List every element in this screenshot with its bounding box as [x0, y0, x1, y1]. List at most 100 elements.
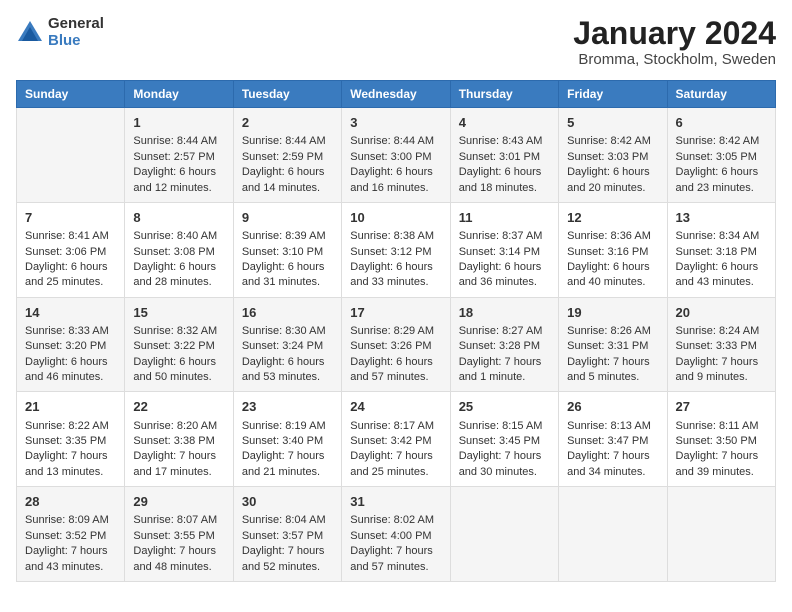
day-info: Sunrise: 8:04 AM Sunset: 3:57 PM Dayligh…	[242, 513, 333, 575]
day-number: 28	[25, 493, 116, 511]
day-info: Sunrise: 8:42 AM Sunset: 3:03 PM Dayligh…	[567, 134, 658, 196]
day-info: Sunrise: 8:29 AM Sunset: 3:26 PM Dayligh…	[350, 324, 441, 386]
day-number: 20	[676, 304, 767, 322]
day-info: Sunrise: 8:26 AM Sunset: 3:31 PM Dayligh…	[567, 324, 658, 386]
day-number: 4	[459, 114, 550, 132]
day-number: 1	[133, 114, 224, 132]
calendar-cell: 10 Sunrise: 8:38 AM Sunset: 3:12 PM Dayli…	[342, 202, 450, 297]
day-number: 27	[676, 398, 767, 416]
day-number: 11	[459, 209, 550, 227]
title-block: January 2024 Bromma, Stockholm, Sweden	[573, 16, 776, 68]
col-friday: Friday	[559, 81, 667, 108]
logo-blue: Blue	[48, 33, 104, 50]
col-saturday: Saturday	[667, 81, 775, 108]
calendar-cell: 24 Sunrise: 8:17 AM Sunset: 3:42 PM Dayli…	[342, 392, 450, 487]
calendar-cell	[450, 487, 558, 582]
day-info: Sunrise: 8:22 AM Sunset: 3:35 PM Dayligh…	[25, 419, 116, 481]
calendar-cell: 2 Sunrise: 8:44 AM Sunset: 2:59 PM Daylig…	[233, 108, 341, 203]
col-wednesday: Wednesday	[342, 81, 450, 108]
day-number: 22	[133, 398, 224, 416]
day-info: Sunrise: 8:40 AM Sunset: 3:08 PM Dayligh…	[133, 229, 224, 291]
calendar-cell: 14 Sunrise: 8:33 AM Sunset: 3:20 PM Dayli…	[17, 297, 125, 392]
day-number: 30	[242, 493, 333, 511]
calendar-cell: 23 Sunrise: 8:19 AM Sunset: 3:40 PM Dayli…	[233, 392, 341, 487]
calendar-week-row: 28Sunrise: 8:09 AM Sunset: 3:52 PM Dayli…	[17, 487, 776, 582]
calendar-cell: 31Sunrise: 8:02 AM Sunset: 4:00 PM Dayli…	[342, 487, 450, 582]
day-info: Sunrise: 8:32 AM Sunset: 3:22 PM Dayligh…	[133, 324, 224, 386]
page-header: General Blue January 2024 Bromma, Stockh…	[16, 16, 776, 68]
day-number: 26	[567, 398, 658, 416]
calendar-cell: 1 Sunrise: 8:44 AM Sunset: 2:57 PM Daylig…	[125, 108, 233, 203]
calendar-cell: 11 Sunrise: 8:37 AM Sunset: 3:14 PM Dayli…	[450, 202, 558, 297]
day-info: Sunrise: 8:44 AM Sunset: 3:00 PM Dayligh…	[350, 134, 441, 196]
day-number: 10	[350, 209, 441, 227]
calendar-cell	[17, 108, 125, 203]
day-number: 23	[242, 398, 333, 416]
calendar-cell: 20 Sunrise: 8:24 AM Sunset: 3:33 PM Dayli…	[667, 297, 775, 392]
day-info: Sunrise: 8:41 AM Sunset: 3:06 PM Dayligh…	[25, 229, 116, 291]
day-number: 19	[567, 304, 658, 322]
day-info: Sunrise: 8:34 AM Sunset: 3:18 PM Dayligh…	[676, 229, 767, 291]
col-thursday: Thursday	[450, 81, 558, 108]
day-number: 12	[567, 209, 658, 227]
col-sunday: Sunday	[17, 81, 125, 108]
logo-general: General	[48, 16, 104, 33]
calendar-header: Sunday Monday Tuesday Wednesday Thursday…	[17, 81, 776, 108]
day-info: Sunrise: 8:42 AM Sunset: 3:05 PM Dayligh…	[676, 134, 767, 196]
day-info: Sunrise: 8:38 AM Sunset: 3:12 PM Dayligh…	[350, 229, 441, 291]
logo-icon	[16, 19, 44, 47]
calendar-cell: 26 Sunrise: 8:13 AM Sunset: 3:47 PM Dayli…	[559, 392, 667, 487]
calendar-cell: 17 Sunrise: 8:29 AM Sunset: 3:26 PM Dayli…	[342, 297, 450, 392]
calendar-cell	[667, 487, 775, 582]
calendar-week-row: 14 Sunrise: 8:33 AM Sunset: 3:20 PM Dayli…	[17, 297, 776, 392]
day-info: Sunrise: 8:17 AM Sunset: 3:42 PM Dayligh…	[350, 419, 441, 481]
day-info: Sunrise: 8:44 AM Sunset: 2:57 PM Dayligh…	[133, 134, 224, 196]
col-monday: Monday	[125, 81, 233, 108]
day-info: Sunrise: 8:19 AM Sunset: 3:40 PM Dayligh…	[242, 419, 333, 481]
month-year-title: January 2024	[573, 16, 776, 51]
calendar-cell: 28Sunrise: 8:09 AM Sunset: 3:52 PM Dayli…	[17, 487, 125, 582]
day-number: 2	[242, 114, 333, 132]
logo: General Blue	[16, 16, 104, 49]
calendar-cell: 25Sunrise: 8:15 AM Sunset: 3:45 PM Dayli…	[450, 392, 558, 487]
calendar-cell: 21 Sunrise: 8:22 AM Sunset: 3:35 PM Dayli…	[17, 392, 125, 487]
day-info: Sunrise: 8:20 AM Sunset: 3:38 PM Dayligh…	[133, 419, 224, 481]
calendar-cell: 6 Sunrise: 8:42 AM Sunset: 3:05 PM Daylig…	[667, 108, 775, 203]
calendar-cell: 9Sunrise: 8:39 AM Sunset: 3:10 PM Daylig…	[233, 202, 341, 297]
day-info: Sunrise: 8:13 AM Sunset: 3:47 PM Dayligh…	[567, 419, 658, 481]
calendar-cell: 29 Sunrise: 8:07 AM Sunset: 3:55 PM Dayli…	[125, 487, 233, 582]
calendar-cell: 18Sunrise: 8:27 AM Sunset: 3:28 PM Dayli…	[450, 297, 558, 392]
day-number: 13	[676, 209, 767, 227]
calendar-cell: 12Sunrise: 8:36 AM Sunset: 3:16 PM Dayli…	[559, 202, 667, 297]
day-info: Sunrise: 8:24 AM Sunset: 3:33 PM Dayligh…	[676, 324, 767, 386]
calendar-table: Sunday Monday Tuesday Wednesday Thursday…	[16, 80, 776, 582]
calendar-cell: 3Sunrise: 8:44 AM Sunset: 3:00 PM Daylig…	[342, 108, 450, 203]
day-number: 7	[25, 209, 116, 227]
day-number: 17	[350, 304, 441, 322]
day-number: 25	[459, 398, 550, 416]
day-number: 21	[25, 398, 116, 416]
calendar-body: 1 Sunrise: 8:44 AM Sunset: 2:57 PM Daylig…	[17, 108, 776, 582]
day-info: Sunrise: 8:44 AM Sunset: 2:59 PM Dayligh…	[242, 134, 333, 196]
day-info: Sunrise: 8:11 AM Sunset: 3:50 PM Dayligh…	[676, 419, 767, 481]
location-subtitle: Bromma, Stockholm, Sweden	[573, 51, 776, 68]
day-number: 29	[133, 493, 224, 511]
day-number: 5	[567, 114, 658, 132]
calendar-cell: 5 Sunrise: 8:42 AM Sunset: 3:03 PM Daylig…	[559, 108, 667, 203]
calendar-cell: 19 Sunrise: 8:26 AM Sunset: 3:31 PM Dayli…	[559, 297, 667, 392]
day-number: 14	[25, 304, 116, 322]
day-number: 6	[676, 114, 767, 132]
calendar-cell: 27 Sunrise: 8:11 AM Sunset: 3:50 PM Dayli…	[667, 392, 775, 487]
logo-text: General Blue	[48, 16, 104, 49]
calendar-cell: 8 Sunrise: 8:40 AM Sunset: 3:08 PM Daylig…	[125, 202, 233, 297]
header-row: Sunday Monday Tuesday Wednesday Thursday…	[17, 81, 776, 108]
day-info: Sunrise: 8:43 AM Sunset: 3:01 PM Dayligh…	[459, 134, 550, 196]
day-number: 8	[133, 209, 224, 227]
day-info: Sunrise: 8:27 AM Sunset: 3:28 PM Dayligh…	[459, 324, 550, 386]
day-info: Sunrise: 8:37 AM Sunset: 3:14 PM Dayligh…	[459, 229, 550, 291]
day-number: 24	[350, 398, 441, 416]
calendar-cell: 30 Sunrise: 8:04 AM Sunset: 3:57 PM Dayli…	[233, 487, 341, 582]
day-info: Sunrise: 8:07 AM Sunset: 3:55 PM Dayligh…	[133, 513, 224, 575]
calendar-week-row: 7 Sunrise: 8:41 AM Sunset: 3:06 PM Daylig…	[17, 202, 776, 297]
day-info: Sunrise: 8:33 AM Sunset: 3:20 PM Dayligh…	[25, 324, 116, 386]
